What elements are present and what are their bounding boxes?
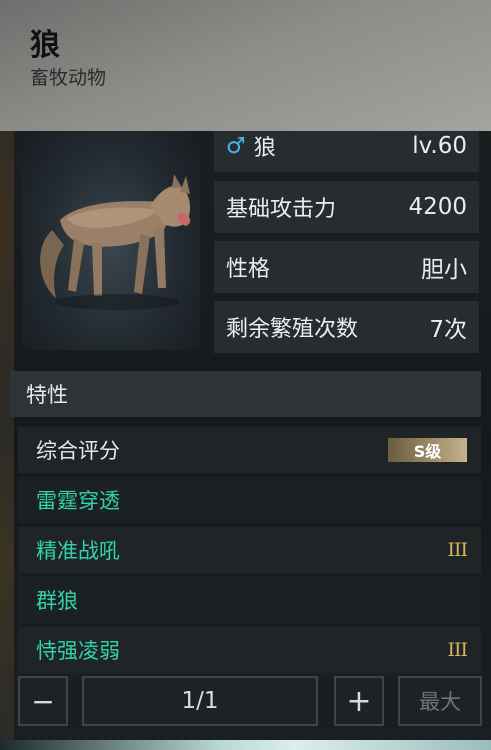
stat-attack-value: 4200 [408,194,467,220]
stat-personality-value: 胆小 [421,257,467,283]
stat-base-attack: 基础攻击力 4200 [214,181,479,233]
stat-personality: 性格 胆小 [214,241,479,293]
stat-breeding-remaining: 剩余繁殖次数 7次 [214,301,479,353]
trait-rank: III [447,639,468,661]
stat-attack-label: 基础攻击力 [226,197,337,222]
trait-label: 群狼 [36,589,78,613]
max-button[interactable]: 最大 [398,676,482,726]
pet-category: 畜牧动物 [30,67,107,89]
traits-section-title: 特性 [26,383,68,407]
bottom-glow-strip [0,740,491,750]
stat-level-value: lv.60 [412,133,467,159]
quantity-counter: 1/1 [82,676,318,726]
pet-name-title: 狼 [30,28,60,63]
stat-species-label: 狼 [253,136,276,161]
pet-detail-panel: 狼 畜牧动物 ♂ 狼 lv.60 基础攻击力 4200 性格 胆小 剩余繁殖次数… [0,0,491,750]
trait-item[interactable]: 恃强凌弱 III [18,627,481,673]
trait-label: 精准战吼 [36,539,120,563]
decrement-button[interactable]: − [18,676,68,726]
trait-label: 雷霆穿透 [36,489,120,513]
trait-label: 恃强凌弱 [36,639,120,663]
trait-label: 综合评分 [36,439,120,463]
wolf-portrait [22,120,200,350]
stat-personality-label: 性格 [226,257,271,282]
increment-button[interactable]: + [334,676,384,726]
trait-item[interactable]: 精准战吼 III [18,527,481,573]
grade-badge: S级 [388,438,467,462]
wolf-image [40,174,191,310]
traits-section-header: 特性 [10,371,481,417]
stat-breeding-value: 7次 [429,317,467,343]
stat-breeding-label: 剩余繁殖次数 [226,317,359,342]
trait-overall-score[interactable]: 综合评分 S级 [18,427,481,473]
trait-rank: III [447,539,468,561]
header-banner: 狼 畜牧动物 [0,0,491,131]
trait-item[interactable]: 雷霆穿透 [18,477,481,523]
trait-item[interactable]: 群狼 [18,577,481,623]
male-gender-icon: ♂ [226,133,246,159]
